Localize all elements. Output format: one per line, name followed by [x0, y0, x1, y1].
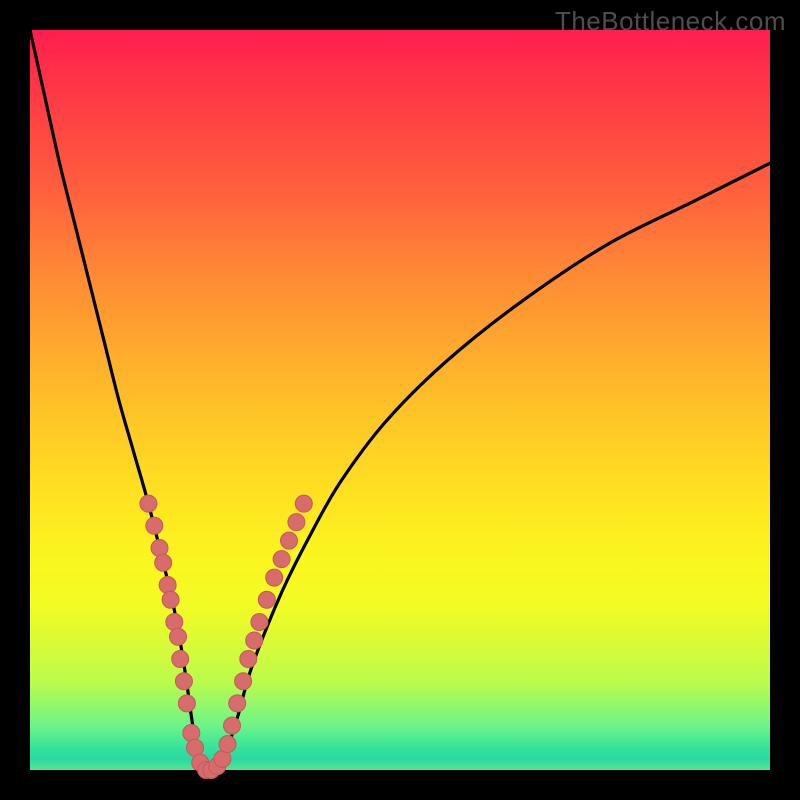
marker-dot [224, 717, 241, 734]
marker-dot [251, 614, 268, 631]
marker-dot [178, 695, 195, 712]
marker-dot [273, 551, 290, 568]
plot-area [30, 30, 770, 770]
marker-dot [151, 540, 168, 557]
marker-dot [258, 591, 275, 608]
chart-svg [30, 30, 770, 770]
marker-dot [159, 577, 176, 594]
marker-dot [229, 695, 246, 712]
marker-dot [172, 651, 189, 668]
marker-dot [170, 628, 187, 645]
marker-dot [155, 554, 172, 571]
marker-dot [162, 591, 179, 608]
bottleneck-curve [30, 30, 770, 771]
marker-dot [288, 514, 305, 531]
marker-dot [183, 725, 200, 742]
marker-dot [175, 673, 192, 690]
marker-dot [219, 736, 236, 753]
marker-dot [240, 651, 257, 668]
marker-dot [266, 569, 283, 586]
marker-dot [166, 614, 183, 631]
marker-dot [295, 495, 312, 512]
marker-dot [246, 632, 263, 649]
watermark-text: TheBottleneck.com [555, 6, 786, 37]
marker-group [140, 495, 312, 778]
marker-dot [140, 495, 157, 512]
outer-frame: TheBottleneck.com [0, 0, 800, 800]
marker-dot [146, 517, 163, 534]
marker-dot [235, 673, 252, 690]
marker-dot [281, 532, 298, 549]
